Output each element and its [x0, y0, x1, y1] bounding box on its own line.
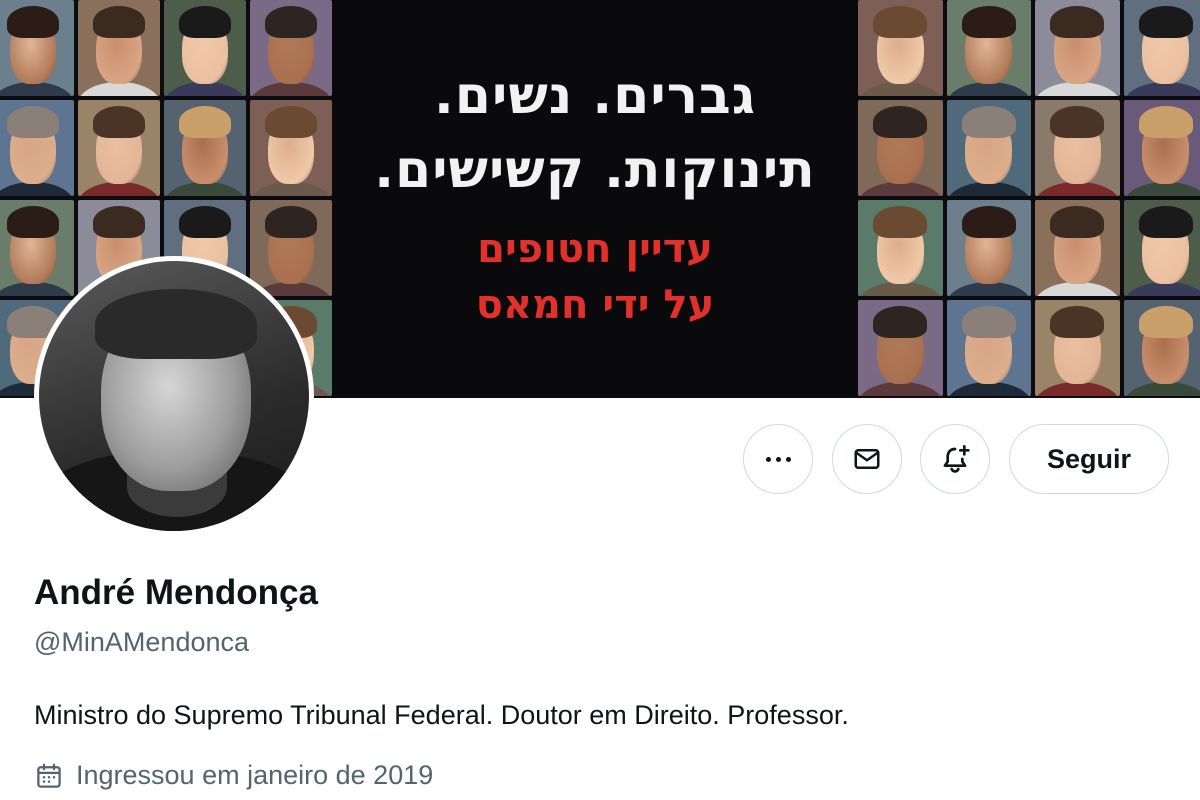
banner-portrait	[0, 200, 74, 296]
banner-portrait	[946, 300, 1031, 396]
avatar[interactable]	[34, 256, 314, 536]
banner-portrait	[0, 0, 74, 96]
more-button[interactable]	[743, 424, 813, 494]
banner-portrait	[250, 200, 332, 296]
calendar-icon	[34, 761, 64, 791]
mail-icon	[854, 449, 880, 469]
message-button[interactable]	[832, 424, 902, 494]
banner-portrait	[164, 0, 246, 96]
join-date: Ingressou em janeiro de 2019	[34, 760, 433, 791]
avatar-photo	[39, 261, 309, 531]
banner-headline-line1: גברים. נשים.	[434, 66, 756, 126]
banner-portrait	[250, 0, 332, 96]
banner-portrait	[1123, 200, 1200, 296]
banner-subline-line1: עדיין חטופים	[477, 226, 713, 272]
banner-portrait	[78, 100, 160, 196]
bell-plus-icon	[943, 445, 970, 473]
profile-bio: Ministro do Supremo Tribunal Federal. Do…	[34, 700, 849, 730]
avatar-hair	[95, 289, 257, 359]
follow-button[interactable]: Seguir	[1009, 424, 1169, 494]
banner-portrait	[0, 100, 74, 196]
profile-page: גברים. נשים. תינוקות. קשישים. עדיין חטופ…	[0, 0, 1200, 800]
banner-portrait	[1035, 0, 1120, 96]
banner-portrait	[1123, 100, 1200, 196]
profile-name: André Mendonça	[34, 573, 318, 612]
banner-portrait	[946, 100, 1031, 196]
banner-portrait	[858, 100, 943, 196]
banner-portrait	[1035, 200, 1120, 296]
banner-text-panel: גברים. נשים. תינוקות. קשישים. עדיין חטופ…	[332, 0, 858, 398]
banner-subline-line2: על ידי חמאס	[475, 282, 715, 328]
banner-portrait	[78, 0, 160, 96]
banner-portrait	[858, 0, 943, 96]
banner-portrait	[858, 200, 943, 296]
banner-portrait	[1035, 300, 1120, 396]
banner-portrait	[858, 300, 943, 396]
banner-portrait	[1035, 100, 1120, 196]
more-icon	[765, 456, 791, 462]
banner-portrait	[1123, 300, 1200, 396]
notifications-button[interactable]	[920, 424, 990, 494]
banner-headline-line2: תינוקות. קשישים.	[374, 140, 816, 200]
profile-handle: @MinAMendonca	[34, 627, 250, 657]
banner-portrait	[250, 100, 332, 196]
banner-portrait	[1123, 0, 1200, 96]
join-date-label: Ingressou em janeiro de 2019	[76, 760, 434, 790]
banner-portrait	[164, 100, 246, 196]
banner-portrait	[946, 0, 1031, 96]
banner-photo-grid-right	[858, 0, 1200, 396]
banner-portrait	[946, 200, 1031, 296]
